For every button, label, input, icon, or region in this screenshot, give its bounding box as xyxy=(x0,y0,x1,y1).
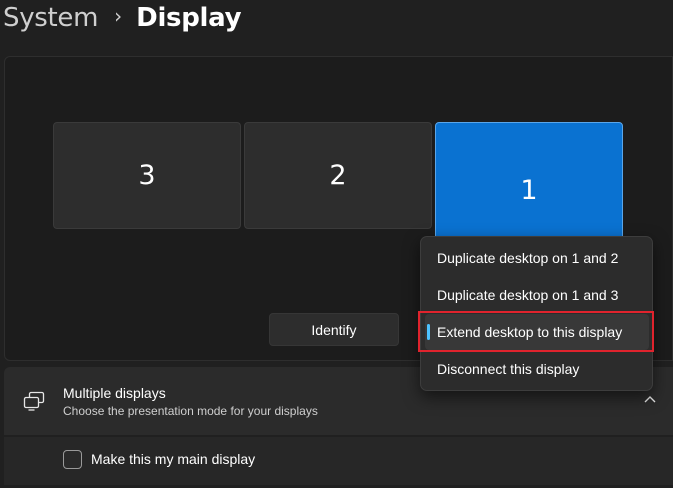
selection-indicator xyxy=(427,324,430,340)
breadcrumb-system-link[interactable]: System xyxy=(3,1,98,35)
menu-item-disconnect[interactable]: Disconnect this display xyxy=(425,351,649,387)
monitor-2-label: 2 xyxy=(329,160,347,191)
chevron-up-icon[interactable] xyxy=(642,392,658,408)
menu-item-label: Disconnect this display xyxy=(437,361,580,377)
main-display-checkbox[interactable] xyxy=(63,450,82,469)
menu-item-label: Duplicate desktop on 1 and 3 xyxy=(437,287,619,303)
menu-item-label: Extend desktop to this display xyxy=(437,324,623,340)
multiple-displays-title: Multiple displays xyxy=(63,385,166,401)
main-display-label[interactable]: Make this my main display xyxy=(91,451,255,467)
page-title: Display xyxy=(136,3,242,33)
menu-item-extend-desktop[interactable]: Extend desktop to this display xyxy=(425,314,649,350)
monitor-3-label: 3 xyxy=(138,160,156,191)
breadcrumb: System › Display xyxy=(3,0,242,36)
monitor-1-selected[interactable]: 1 xyxy=(435,122,623,242)
menu-item-label: Duplicate desktop on 1 and 2 xyxy=(437,250,619,266)
breadcrumb-chevron-icon: › xyxy=(114,4,123,28)
multiple-displays-subtitle: Choose the presentation mode for your di… xyxy=(63,404,318,418)
monitor-3[interactable]: 3 xyxy=(53,122,241,229)
display-mode-menu: Duplicate desktop on 1 and 2 Duplicate d… xyxy=(420,236,653,391)
monitor-2[interactable]: 2 xyxy=(244,122,432,229)
menu-item-duplicate-1-2[interactable]: Duplicate desktop on 1 and 2 xyxy=(425,240,649,276)
settings-page: System › Display 3 2 1 Identify Multiple… xyxy=(0,0,673,488)
identify-button[interactable]: Identify xyxy=(269,313,399,346)
multiple-displays-icon xyxy=(23,391,45,411)
main-display-row: Make this my main display xyxy=(4,437,673,485)
monitor-1-label: 1 xyxy=(520,174,538,206)
menu-item-duplicate-1-3[interactable]: Duplicate desktop on 1 and 3 xyxy=(425,277,649,313)
